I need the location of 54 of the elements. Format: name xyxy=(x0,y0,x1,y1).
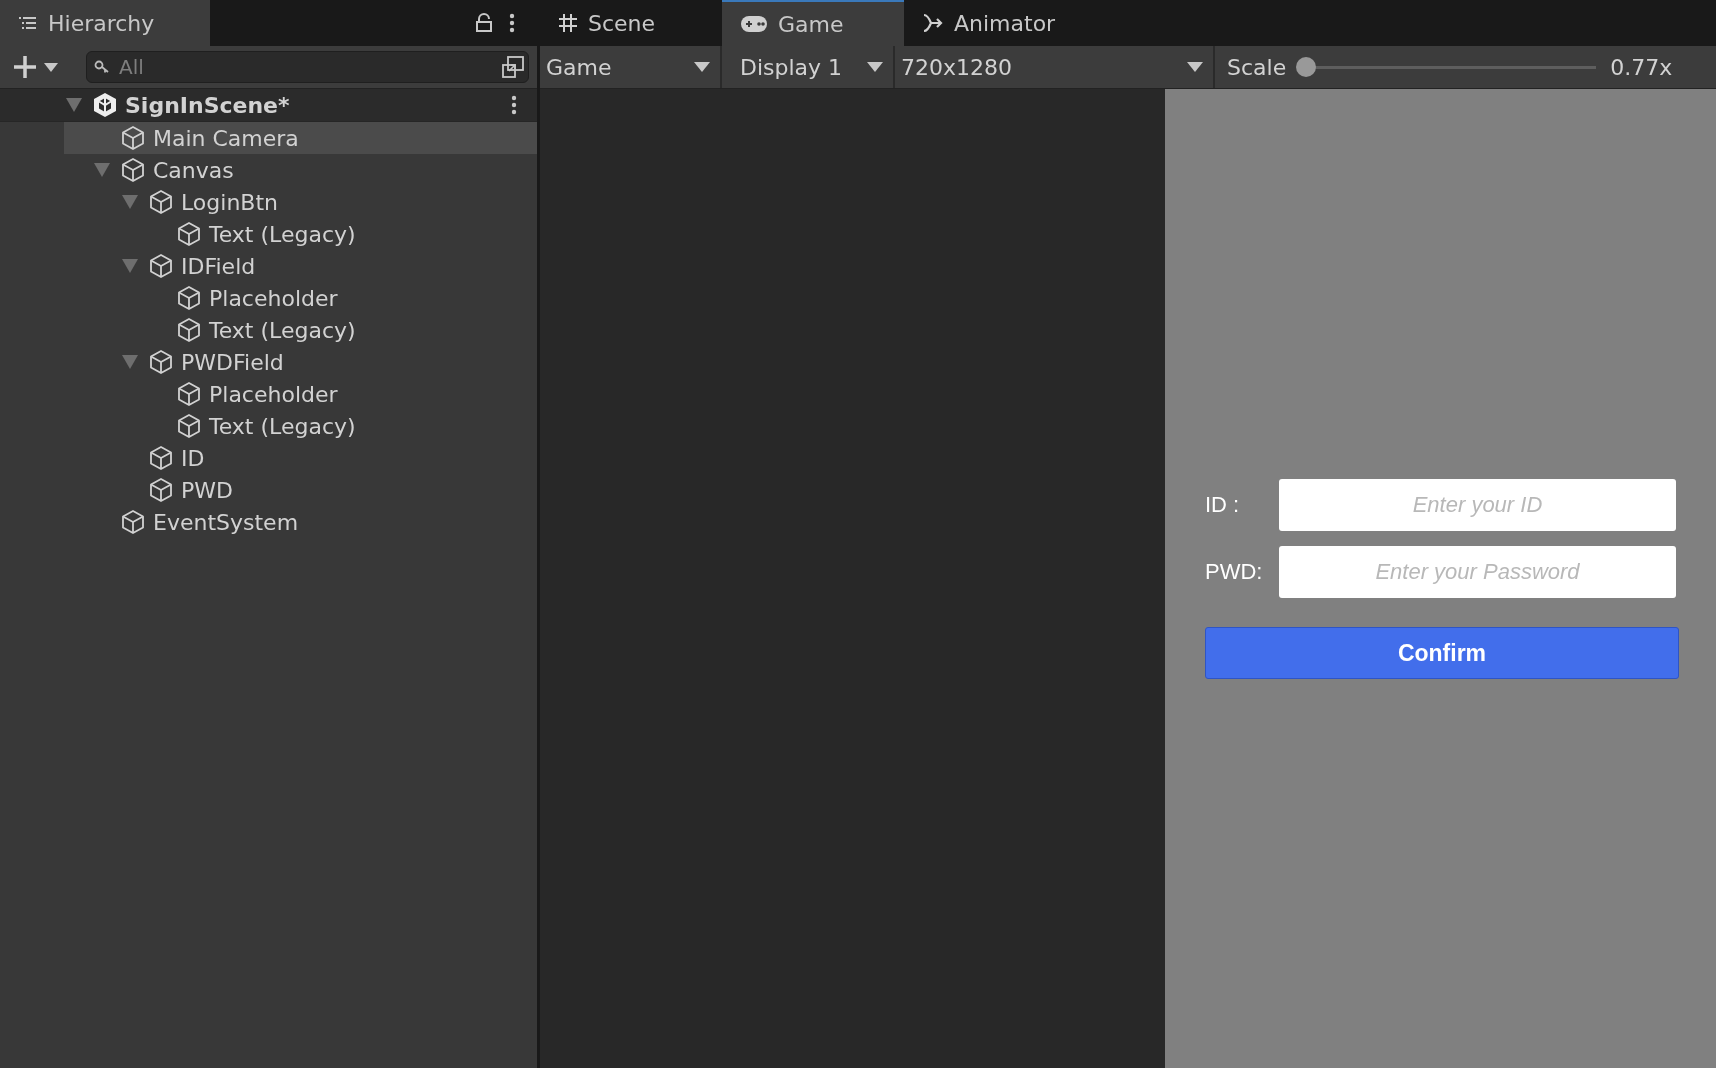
hierarchy-item[interactable]: ID xyxy=(0,442,537,474)
cube-icon xyxy=(120,125,146,151)
caret-icon xyxy=(867,62,883,72)
field-label: ID : xyxy=(1205,492,1241,518)
cube-icon xyxy=(176,413,202,439)
gamepad-icon xyxy=(740,15,768,33)
scale-label: Scale xyxy=(1227,54,1287,80)
expand-arrow-icon[interactable] xyxy=(66,98,82,112)
hierarchy-tab[interactable]: Hierarchy xyxy=(0,0,211,46)
scale-value: 0.77x xyxy=(1610,54,1673,80)
hierarchy-item[interactable]: IDField xyxy=(0,250,537,282)
input-field[interactable]: Enter your ID xyxy=(1279,479,1676,531)
caret-icon xyxy=(694,62,710,72)
unity-logo-icon xyxy=(92,92,118,118)
cube-icon xyxy=(120,509,146,535)
field-label: PWD: xyxy=(1205,559,1264,585)
hierarchy-item[interactable]: Placeholder xyxy=(0,282,537,314)
confirm-button[interactable]: Confirm xyxy=(1205,627,1679,679)
input-field[interactable]: Enter your Password xyxy=(1279,546,1676,598)
hierarchy-item[interactable]: Canvas xyxy=(0,154,537,186)
cube-icon xyxy=(148,349,174,375)
lock-icon[interactable] xyxy=(475,13,493,33)
caret-icon[interactable] xyxy=(44,62,58,72)
cube-icon xyxy=(176,381,202,407)
cube-icon xyxy=(176,285,202,311)
more-icon[interactable] xyxy=(511,95,517,115)
cube-icon xyxy=(176,317,202,343)
branch-arrow-icon xyxy=(922,13,944,33)
view-tab[interactable]: Scene xyxy=(540,0,722,46)
grid-icon xyxy=(558,13,578,33)
cube-icon xyxy=(148,189,174,215)
cube-icon xyxy=(148,253,174,279)
cube-icon xyxy=(148,445,174,471)
list-icon xyxy=(18,15,38,31)
cube-icon xyxy=(120,157,146,183)
view-tab[interactable]: Animator xyxy=(904,0,1086,46)
hierarchy-item[interactable]: SignInScene* xyxy=(0,89,537,122)
hierarchy-item[interactable]: Placeholder xyxy=(0,378,537,410)
hierarchy-item[interactable]: PWDField xyxy=(0,346,537,378)
hierarchy-item[interactable]: LoginBtn xyxy=(0,186,537,218)
hierarchy-item[interactable]: Text (Legacy) xyxy=(0,314,537,346)
hierarchy-item[interactable]: Text (Legacy) xyxy=(0,410,537,442)
window-icon[interactable] xyxy=(501,55,525,79)
hierarchy-item[interactable]: EventSystem xyxy=(0,506,537,538)
caret-icon xyxy=(1187,62,1203,72)
cube-icon xyxy=(176,221,202,247)
more-icon[interactable] xyxy=(509,13,515,33)
scale-slider-thumb[interactable] xyxy=(1296,56,1317,77)
add-icon[interactable] xyxy=(12,54,38,80)
hierarchy-item[interactable]: Text (Legacy) xyxy=(0,218,537,250)
view-tab[interactable]: Game xyxy=(722,0,904,46)
hierarchy-item[interactable]: PWD xyxy=(0,474,537,506)
cube-icon xyxy=(148,477,174,503)
search-field[interactable]: All xyxy=(86,51,529,83)
